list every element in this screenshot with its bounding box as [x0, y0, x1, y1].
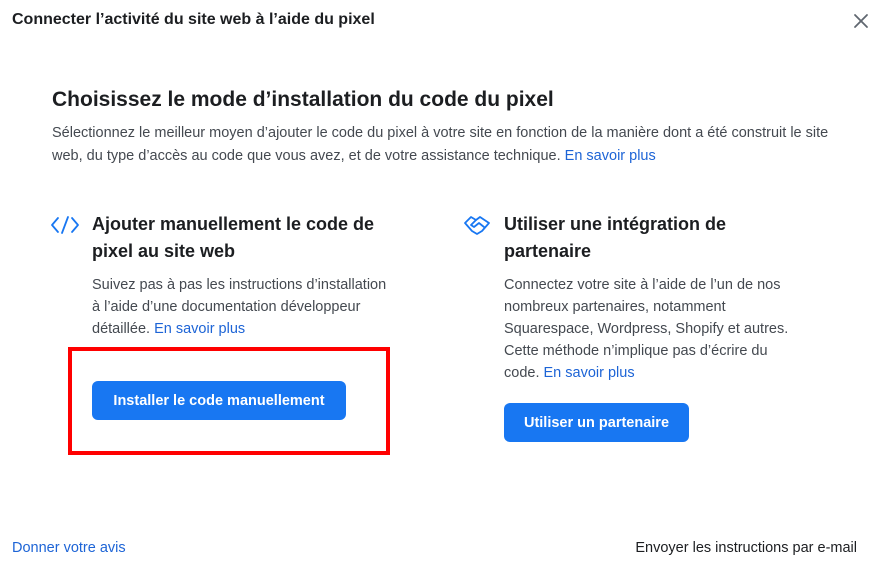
main-heading: Choisissez le mode d’installation du cod… — [52, 88, 554, 111]
handshake-icon — [462, 213, 492, 242]
close-button[interactable] — [850, 10, 872, 32]
feedback-link[interactable]: Donner votre avis — [12, 540, 126, 556]
manual-option-description: Suivez pas à pas les instructions d’inst… — [92, 274, 388, 340]
manual-learn-more-link[interactable]: En savoir plus — [154, 321, 245, 337]
learn-more-link[interactable]: En savoir plus — [565, 148, 656, 164]
install-manually-button[interactable]: Installer le code manuellement — [92, 381, 346, 420]
manual-option-title: Ajouter manuellement le code de pixel au… — [92, 214, 375, 261]
code-icon — [50, 214, 80, 241]
partner-option-description: Connectez votre site à l’aide de l’un de… — [504, 274, 790, 384]
main-description: Sélectionnez le meilleur moyen d’ajouter… — [52, 122, 842, 168]
main-description-text: Sélectionnez le meilleur moyen d’ajouter… — [52, 125, 829, 164]
partner-learn-more-link[interactable]: En savoir plus — [544, 365, 635, 381]
email-instructions-button[interactable]: Envoyer les instructions par e-mail — [635, 540, 857, 556]
dialog-title: Connecter l’activité du site web à l’aid… — [12, 11, 375, 28]
partner-option-title: Utiliser une intégration de partenaire — [504, 214, 727, 261]
use-partner-button[interactable]: Utiliser un partenaire — [504, 403, 689, 442]
pixel-setup-dialog: Connecter l’activité du site web à l’aid… — [0, 0, 884, 572]
close-icon — [854, 14, 868, 28]
